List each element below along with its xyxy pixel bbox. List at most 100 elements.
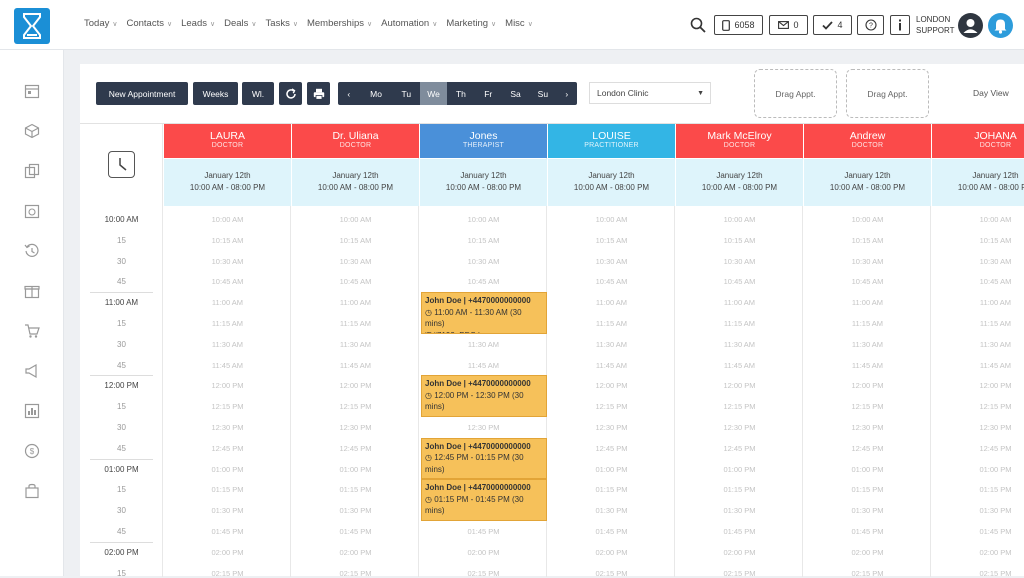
appointment-card[interactable]: John Doe | +4470000000000 ◷ 12:45 PM - 01… xyxy=(421,437,547,480)
time-slot[interactable]: 02:15 PM xyxy=(292,569,419,578)
time-slot[interactable]: 11:15 AM xyxy=(164,319,291,328)
time-slot[interactable]: 11:00 AM xyxy=(164,298,291,307)
time-slot[interactable]: 10:45 AM xyxy=(292,277,419,286)
appointment-card[interactable]: John Doe | +4470000000000 ◷ 12:00 PM - 12… xyxy=(421,375,547,417)
time-slot[interactable]: 12:00 PM xyxy=(164,381,291,390)
time-slot[interactable]: 10:15 AM xyxy=(164,236,291,245)
time-slot[interactable]: 10:30 AM xyxy=(164,257,291,266)
prev-day-button[interactable]: ‹ xyxy=(338,82,359,105)
megaphone-icon[interactable] xyxy=(24,363,40,379)
nav-item-memberships[interactable]: Memberships ∨ xyxy=(307,18,372,29)
time-slot[interactable]: 10:00 AM xyxy=(420,215,547,224)
search-icon[interactable] xyxy=(690,17,706,33)
time-slot[interactable]: 02:00 PM xyxy=(292,548,419,557)
time-slot[interactable]: 11:45 AM xyxy=(164,361,291,370)
time-slot[interactable]: 10:45 AM xyxy=(804,277,931,286)
time-slot[interactable]: 01:30 PM xyxy=(164,506,291,515)
mail-button[interactable]: 0 xyxy=(769,15,808,35)
copy-icon[interactable] xyxy=(24,163,40,179)
time-slot[interactable]: 01:15 PM xyxy=(676,485,803,494)
time-slot[interactable]: 10:00 AM xyxy=(292,215,419,224)
time-slot[interactable]: 01:15 PM xyxy=(932,485,1024,494)
time-slot[interactable]: 02:15 PM xyxy=(420,569,547,578)
time-slot[interactable]: 01:45 PM xyxy=(420,527,547,536)
time-slot[interactable]: 10:15 AM xyxy=(548,236,675,245)
time-slot[interactable]: 12:45 PM xyxy=(804,444,931,453)
drag-appointment-slot-2[interactable]: Drag Appt. xyxy=(846,69,929,118)
time-slot[interactable]: 11:30 AM xyxy=(932,340,1024,349)
time-slot[interactable]: 12:30 PM xyxy=(932,423,1024,432)
time-slot[interactable]: 01:45 PM xyxy=(804,527,931,536)
bag-icon[interactable] xyxy=(24,483,40,499)
time-slot[interactable]: 01:30 PM xyxy=(676,506,803,515)
time-slot[interactable]: 12:15 PM xyxy=(292,402,419,411)
time-slot[interactable]: 10:00 AM xyxy=(164,215,291,224)
nav-item-automation[interactable]: Automation ∨ xyxy=(381,18,437,29)
time-slot[interactable]: 02:15 PM xyxy=(932,569,1024,578)
day-tu[interactable]: Tu xyxy=(393,82,420,105)
time-slot[interactable]: 10:45 AM xyxy=(420,277,547,286)
time-slot[interactable]: 11:15 AM xyxy=(804,319,931,328)
time-slot[interactable]: 11:15 AM xyxy=(932,319,1024,328)
time-slot[interactable]: 02:15 PM xyxy=(548,569,675,578)
schedule-icon[interactable] xyxy=(24,203,40,219)
drag-appointment-slot-1[interactable]: Drag Appt. xyxy=(754,69,837,118)
time-slot[interactable]: 12:15 PM xyxy=(932,402,1024,411)
time-slot[interactable]: 12:30 PM xyxy=(420,423,547,432)
time-slot[interactable]: 01:00 PM xyxy=(548,465,675,474)
staff-header[interactable]: Jones THERAPIST xyxy=(420,124,547,158)
money-icon[interactable]: $ xyxy=(24,443,40,459)
weeks-button[interactable]: Weeks xyxy=(193,82,238,105)
time-slot[interactable]: 10:30 AM xyxy=(420,257,547,266)
account-name[interactable]: LONDON SUPPORT xyxy=(916,14,955,36)
time-slot[interactable]: 01:30 PM xyxy=(292,506,419,515)
time-slot[interactable]: 11:00 AM xyxy=(548,298,675,307)
time-slot[interactable]: 10:15 AM xyxy=(420,236,547,245)
time-slot[interactable]: 12:30 PM xyxy=(804,423,931,432)
time-slot[interactable]: 01:00 PM xyxy=(804,465,931,474)
info-button[interactable] xyxy=(890,15,910,35)
time-slot[interactable]: 11:00 AM xyxy=(292,298,419,307)
staff-header[interactable]: Dr. Uliana DOCTOR xyxy=(292,124,419,158)
time-slot[interactable]: 01:15 PM xyxy=(164,485,291,494)
day-mo[interactable]: Mo xyxy=(359,82,392,105)
time-slot[interactable]: 01:30 PM xyxy=(548,506,675,515)
time-slot[interactable]: 01:45 PM xyxy=(164,527,291,536)
time-slot[interactable]: 12:30 PM xyxy=(164,423,291,432)
time-slot[interactable]: 01:30 PM xyxy=(932,506,1024,515)
time-slot[interactable]: 11:00 AM xyxy=(676,298,803,307)
nav-item-marketing[interactable]: Marketing ∨ xyxy=(446,18,496,29)
time-slot[interactable]: 02:00 PM xyxy=(548,548,675,557)
time-slot[interactable]: 10:30 AM xyxy=(932,257,1024,266)
staff-header[interactable]: LAURA DOCTOR xyxy=(164,124,291,158)
gift-icon[interactable] xyxy=(24,283,40,299)
refresh-button[interactable] xyxy=(279,82,302,105)
time-slot[interactable]: 02:15 PM xyxy=(804,569,931,578)
time-slot[interactable]: 12:00 PM xyxy=(804,381,931,390)
nav-item-contacts[interactable]: Contacts ∨ xyxy=(126,18,172,29)
wl-button[interactable]: Wl. xyxy=(242,82,274,105)
time-slot[interactable]: 12:00 PM xyxy=(548,381,675,390)
nav-item-leads[interactable]: Leads ∨ xyxy=(181,18,215,29)
time-slot[interactable]: 02:15 PM xyxy=(676,569,803,578)
day-view-button[interactable]: Day View xyxy=(973,88,1009,98)
staff-header[interactable]: Andrew DOCTOR xyxy=(804,124,931,158)
time-slot[interactable]: 02:00 PM xyxy=(164,548,291,557)
time-slot[interactable]: 11:45 AM xyxy=(932,361,1024,370)
time-slot[interactable]: 01:00 PM xyxy=(932,465,1024,474)
time-slot[interactable]: 11:15 AM xyxy=(548,319,675,328)
time-slot[interactable]: 11:30 AM xyxy=(420,340,547,349)
nav-item-misc[interactable]: Misc ∨ xyxy=(505,18,533,29)
time-slot[interactable]: 11:45 AM xyxy=(420,361,547,370)
time-slot[interactable]: 01:15 PM xyxy=(292,485,419,494)
time-slot[interactable]: 10:45 AM xyxy=(164,277,291,286)
time-slot[interactable]: 10:00 AM xyxy=(548,215,675,224)
staff-header[interactable]: Mark McElroy DOCTOR xyxy=(676,124,803,158)
time-slot[interactable]: 11:15 AM xyxy=(676,319,803,328)
time-slot[interactable]: 10:45 AM xyxy=(676,277,803,286)
time-slot[interactable]: 01:15 PM xyxy=(804,485,931,494)
time-slot[interactable]: 02:00 PM xyxy=(804,548,931,557)
time-slot[interactable]: 11:45 AM xyxy=(548,361,675,370)
help-button[interactable]: ? xyxy=(857,15,884,35)
time-slot[interactable]: 02:00 PM xyxy=(676,548,803,557)
